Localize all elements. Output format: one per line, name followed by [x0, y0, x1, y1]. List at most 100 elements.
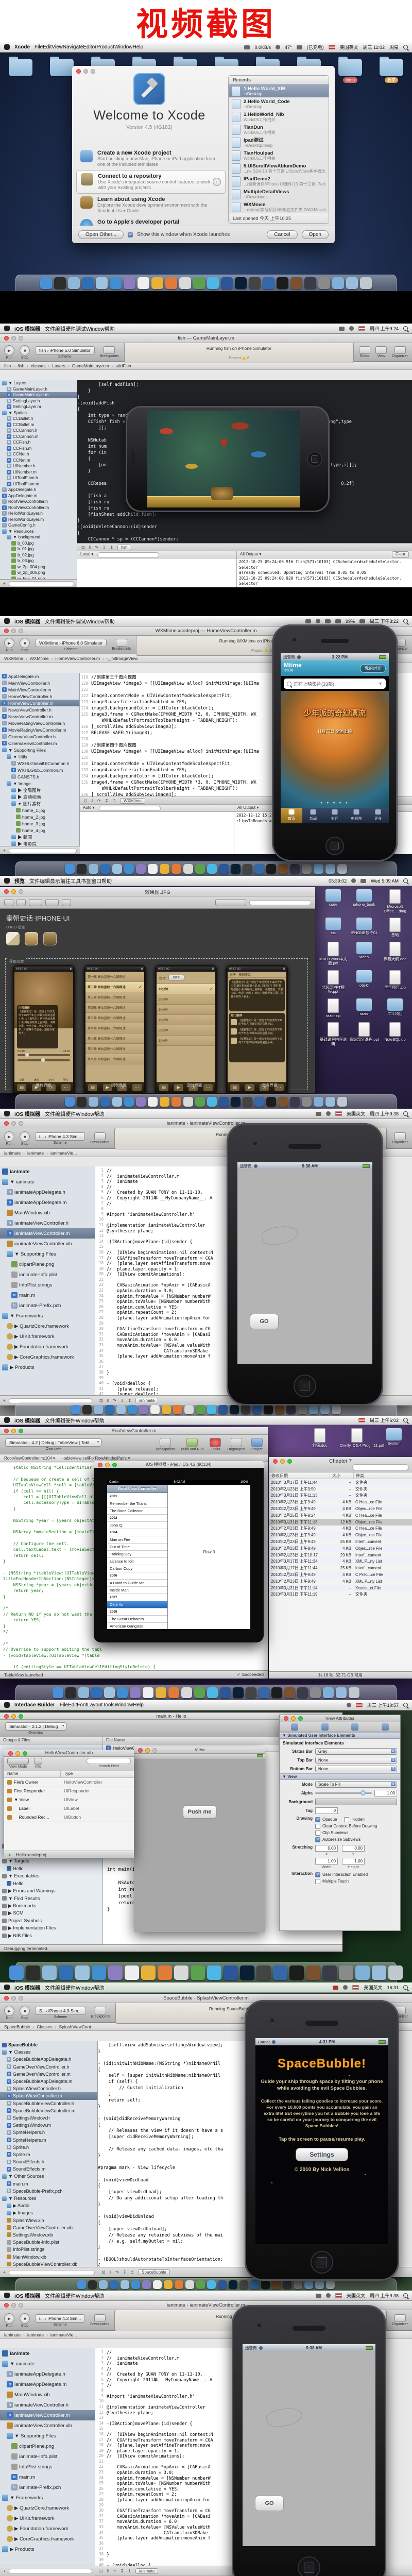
dock-app-icon[interactable]	[105, 1405, 114, 1414]
chapter-row[interactable]: 第四章 秦始皇统一六国概述	[85, 1003, 144, 1013]
fishing-game-screen[interactable]	[147, 411, 300, 507]
navigator-file-row[interactable]: ▶ Audio	[0, 2202, 97, 2209]
dock-app-icon[interactable]	[278, 1097, 288, 1107]
dock-app-icon[interactable]	[254, 864, 264, 874]
dock-app-icon[interactable]	[304, 2280, 313, 2289]
volume-icon[interactable]	[335, 619, 341, 623]
navigator-file-row[interactable]: ▼ background	[0, 534, 77, 540]
dock-app-icon[interactable]	[153, 2280, 162, 2289]
navigator-file-row[interactable]: mCCFish.m	[0, 446, 77, 452]
navigator-file-row[interactable]: ianimate	[0, 1166, 95, 1177]
dock-app-icon[interactable]	[309, 1405, 318, 1414]
dock-app-icon[interactable]	[220, 1687, 231, 1698]
dock-app-icon[interactable]	[142, 2280, 151, 2289]
tab-item[interactable]: 更多	[367, 808, 389, 823]
navigator-file-row[interactable]: SettingsWindow.xib	[0, 2231, 97, 2239]
movie-row[interactable]: Man on Fire	[107, 1536, 167, 1544]
spotlight-icon[interactable]	[403, 45, 408, 49]
recommendation-row[interactable]: 《盗墓笔记》是一部五十年前流传下来的千年古书!最好看的盗墓小说。	[231, 1038, 283, 1045]
dock-app-icon[interactable]	[271, 1687, 282, 1698]
dock-app-icon[interactable]	[230, 1405, 239, 1414]
recent-project-item[interactable]: TianHoulpadWork/05工作相关	[229, 149, 329, 162]
menu-item[interactable]: 文件	[45, 1112, 55, 1117]
dock-app-icon[interactable]	[92, 1965, 106, 1980]
autoresize-checkbox[interactable]	[315, 1837, 320, 1842]
dock-app-icon[interactable]	[54, 277, 66, 289]
recent-project-item[interactable]: 1.Hello World_XIB~/Desktop	[229, 84, 329, 97]
organizer-button[interactable]	[394, 1132, 406, 1140]
name-column[interactable]: Name	[4, 1771, 61, 1777]
menu-item[interactable]: 工具	[71, 879, 81, 885]
build-and-run-button[interactable]	[186, 1438, 198, 1447]
dock-app-icon[interactable]	[337, 1097, 347, 1107]
group-row[interactable]: Hello	[0, 1880, 102, 1888]
input-language[interactable]: 美国英文	[347, 2292, 365, 2299]
navigator-file-row[interactable]: hSoundEffects.h	[0, 2158, 97, 2165]
menu-app[interactable]: Xcode	[14, 44, 30, 50]
dock-app-icon[interactable]	[185, 2280, 194, 2289]
finder-row[interactable]: 2010年2月23日 上午9:49 4 KB Objec...rce File	[269, 1545, 412, 1552]
dock-app-icon[interactable]	[59, 1965, 73, 1980]
dock-app-icon[interactable]	[124, 277, 135, 289]
dock-app-icon[interactable]	[77, 2280, 86, 2289]
apple-logo-icon[interactable]	[4, 326, 10, 331]
desktop-icon[interactable]: 高级部分课程.ppt	[349, 1022, 379, 1046]
dock-app-icon[interactable]	[266, 1097, 276, 1107]
navigator-file-row[interactable]: hAppDelegate.h	[0, 487, 77, 493]
dock-app-icon[interactable]	[156, 1687, 166, 1698]
variables-scope-select[interactable]: Auto ▾	[83, 805, 95, 811]
dock-app-icon[interactable]	[128, 1405, 137, 1414]
finder-search[interactable]	[352, 1464, 409, 1470]
view-section[interactable]: ▼ View	[280, 1773, 400, 1780]
navigator-file-row[interactable]: ▶ UIKit.framework	[0, 2513, 95, 2523]
dock-app-icon[interactable]	[175, 2280, 183, 2289]
process-pill[interactable]: SpaceBubble	[138, 2269, 170, 2275]
navigator-file-row[interactable]: hMovieRatingViewController.h	[0, 720, 79, 726]
dock-app-icon[interactable]	[195, 864, 205, 874]
navigator-file-row[interactable]: mCinemaViewController.m	[0, 740, 79, 747]
finder-row[interactable]: 2010年3月17日 上午11:44 25 KB Interf...cument	[269, 1565, 412, 1571]
stretch-x-field[interactable]: 0.00	[315, 1845, 338, 1852]
dock-app-icon[interactable]	[171, 1097, 181, 1107]
page-dots[interactable]: ● ● ● ● ●	[281, 801, 389, 805]
recent-project-item[interactable]: IPadDemo2.../最新课件/iPhone UI课件/13 第十三课 iP…	[229, 175, 329, 188]
desktop-icon[interactable]: code	[318, 889, 348, 913]
tab-item[interactable]: 电影院	[346, 808, 367, 823]
menu-clock[interactable]: 周四 上午9:38	[370, 2292, 399, 2299]
group-row[interactable]: Project Symbols	[0, 1917, 102, 1925]
push-me-button[interactable]: Push me	[183, 1805, 217, 1819]
navigator-file-row[interactable]: mRootViewController.m	[0, 505, 77, 511]
dock-app-icon[interactable]	[372, 1965, 386, 1980]
navigator-file-row[interactable]: hianimateAppDelegate.h	[0, 2369, 95, 2379]
show-window-checkbox[interactable]	[128, 232, 133, 238]
dock-app-icon[interactable]	[207, 2280, 216, 2289]
menu-item[interactable]: 硬件	[65, 327, 76, 332]
process-pill[interactable]: ianimate	[135, 2568, 158, 2574]
navigator-file-row[interactable]: mAppDelegate.m	[0, 673, 79, 680]
finder-row[interactable]: 2010年2月23日 上午9:49 4 KB XML P...rty List	[269, 1578, 412, 1585]
input-language-flag-icon[interactable]	[358, 1418, 365, 1422]
dock-app-icon[interactable]	[278, 864, 288, 874]
dock-app-icon[interactable]	[355, 1965, 370, 1980]
open-button[interactable]: Open	[302, 230, 329, 239]
apple-logo-icon[interactable]	[4, 1702, 10, 1708]
menu-item[interactable]: Window	[115, 1702, 133, 1708]
variables-view[interactable]: Local ▾	[77, 551, 237, 587]
scheme-selector[interactable]: fish › iPhone 5.0 Simulator	[35, 346, 95, 354]
navigator-file-row[interactable]: hCCFish.h	[0, 439, 77, 446]
navigator-file-row[interactable]: ianimateViewController.xib	[0, 2420, 95, 2431]
dock-app-icon[interactable]	[110, 2280, 118, 2289]
group-row[interactable]: ▶ Implementation Files	[0, 1925, 102, 1933]
navigator-file-row[interactable]: hRootViewController.h	[0, 499, 77, 505]
navigator-file-row[interactable]: ▼ ianimate	[0, 2359, 95, 2369]
navigator-file-row[interactable]: ▼ Utils	[0, 753, 79, 760]
movie-poster[interactable]: 少年派的奇幻漂流 11月22日 全国上映 ● ● ● ● ●	[281, 691, 389, 808]
dock-app-icon[interactable]	[193, 277, 205, 289]
apple-logo-icon[interactable]	[4, 1111, 10, 1116]
navigator-file-row[interactable]: SplashView.xib	[0, 2217, 97, 2224]
navigator-file-row[interactable]: InfoPlist.strings	[0, 1280, 95, 1290]
dock-app-icon[interactable]	[336, 1687, 347, 1698]
dock-app-icon[interactable]	[231, 864, 241, 874]
time-machine-icon[interactable]	[347, 1703, 351, 1707]
variables-view[interactable]: Auto ▾	[80, 805, 234, 854]
